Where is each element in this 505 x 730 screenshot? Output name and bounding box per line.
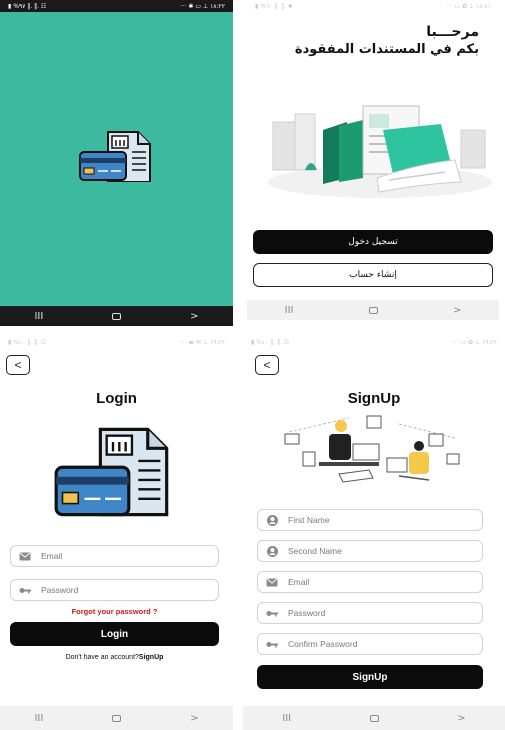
password-field[interactable]: Password — [10, 579, 219, 601]
first-name-placeholder: First Name — [288, 515, 330, 525]
password-placeholder: Password — [288, 608, 326, 618]
status-bar: ▮ %٦٠ ‖. ‖. ✱ ··· ▭ ✿ ⊥ ١٨:٤١ — [247, 0, 499, 12]
recent-apps-button[interactable]: III — [285, 305, 294, 316]
team-illustration — [284, 415, 460, 483]
back-nav-button[interactable]: > — [453, 305, 461, 316]
back-nav-button[interactable]: > — [190, 311, 198, 322]
status-left: ▮ %١٠ ‖. ‖. ☷ — [8, 338, 47, 346]
back-arrow-icon: < — [263, 358, 271, 372]
page-title: Login — [96, 390, 137, 407]
first-name-field[interactable]: First Name — [257, 509, 483, 531]
status-right: ··· ▭ ✿ ⊥ ١٩:٢٢ — [452, 338, 497, 346]
page-title: SignUp — [347, 390, 401, 407]
recent-apps-button[interactable]: III — [34, 311, 43, 322]
signup-link[interactable]: SignUp — [139, 654, 164, 661]
signup-button[interactable]: SignUp — [257, 665, 483, 689]
back-nav-button[interactable]: > — [190, 713, 198, 724]
password-placeholder: Password — [41, 585, 79, 595]
create-account-button[interactable]: إنشاء حساب — [253, 263, 493, 287]
mail-icon — [266, 576, 278, 588]
password-field[interactable]: Password — [257, 602, 483, 624]
document-card-icon — [54, 427, 169, 517]
home-button[interactable] — [369, 714, 379, 722]
home-button[interactable] — [368, 306, 378, 314]
status-right: ··· ▭ ✿ ⊥ ١٨:٤١ — [446, 2, 491, 10]
home-button[interactable] — [112, 312, 122, 320]
recent-apps-button[interactable]: III — [282, 713, 291, 724]
system-nav-bar: III > — [243, 706, 505, 730]
signup-prompt: Don't have an account?SignUp — [0, 654, 229, 661]
user-icon — [266, 514, 278, 526]
system-nav-bar: III > — [247, 300, 499, 320]
documents-illustration — [268, 105, 492, 198]
system-nav-bar: III > — [0, 306, 233, 326]
status-bar: ▮ %١٠ ‖. ‖. ☷ ··· ▬ ✉ ⊥ ١٩:٢٢ — [0, 336, 233, 348]
recent-apps-button[interactable]: III — [34, 713, 43, 724]
user-icon — [266, 545, 278, 557]
welcome-subtitle: بكم في المستندات المفقودة — [294, 42, 479, 57]
mail-icon — [19, 550, 31, 562]
status-right: ··· ✱ ▭ ⊥ ١٨:٢٢ — [180, 2, 225, 10]
second-name-placeholder: Second Name — [288, 546, 342, 556]
confirm-password-field[interactable]: Confirm Password — [257, 633, 483, 655]
no-account-text: Don't have an account? — [65, 654, 139, 661]
status-bar: ▮ %١٠ ‖. ‖. ☷ ··· ▭ ✿ ⊥ ١٩:٢٢ — [243, 336, 505, 348]
email-field[interactable]: Email — [257, 571, 483, 593]
welcome-screen: ▮ %٦٠ ‖. ‖. ✱ ··· ▭ ✿ ⊥ ١٨:٤١ مرحـــبا ب… — [247, 0, 499, 326]
key-icon — [19, 584, 31, 596]
back-nav-button[interactable]: > — [457, 713, 465, 724]
email-placeholder: Email — [41, 551, 63, 561]
key-icon — [266, 607, 278, 619]
status-left: ▮ %٩٧ ‖. ‖. ☷ — [8, 2, 47, 10]
system-nav-bar: III > — [0, 706, 233, 730]
login-button[interactable]: Login — [10, 622, 219, 646]
signup-screen: ▮ %١٠ ‖. ‖. ☷ ··· ▭ ✿ ⊥ ١٩:٢٢ < SignUp F… — [243, 336, 505, 730]
status-right: ··· ▬ ✉ ⊥ ١٩:٢٢ — [180, 338, 225, 346]
login-button[interactable]: تسجيل دخول — [253, 230, 493, 254]
status-left: ▮ %١٠ ‖. ‖. ☷ — [251, 338, 290, 346]
document-card-icon — [79, 131, 151, 182]
home-button[interactable] — [112, 714, 122, 722]
email-field[interactable]: Email — [10, 545, 219, 567]
forgot-password-link[interactable]: Forgot your password ? — [0, 607, 229, 616]
second-name-field[interactable]: Second Name — [257, 540, 483, 562]
status-bar: ▮ %٩٧ ‖. ‖. ☷ ··· ✱ ▭ ⊥ ١٨:٢٢ — [0, 0, 233, 12]
login-screen: ▮ %١٠ ‖. ‖. ☷ ··· ▬ ✉ ⊥ ١٩:٢٢ < Login Em… — [0, 336, 233, 730]
back-button[interactable]: < — [6, 355, 30, 375]
splash-screen: ▮ %٩٧ ‖. ‖. ☷ ··· ✱ ▭ ⊥ ١٨:٢٢ III > — [0, 0, 233, 326]
status-left: ▮ %٦٠ ‖. ‖. ✱ — [255, 2, 293, 10]
welcome-greeting: مرحـــبا — [426, 24, 479, 40]
back-button[interactable]: < — [255, 355, 279, 375]
key-icon — [266, 638, 278, 650]
confirm-password-placeholder: Confirm Password — [288, 639, 358, 649]
back-arrow-icon: < — [14, 358, 22, 372]
email-placeholder: Email — [288, 577, 310, 587]
